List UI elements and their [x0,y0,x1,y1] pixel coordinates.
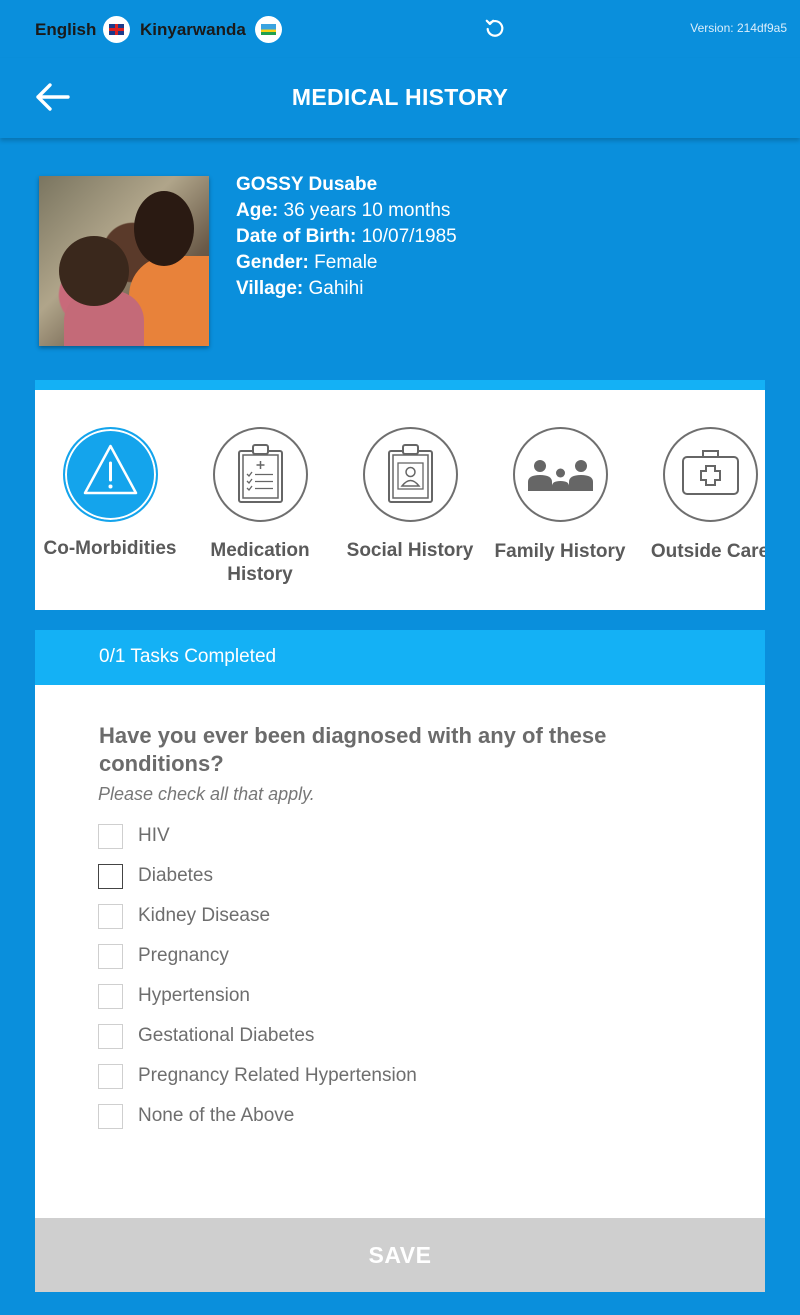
option-label: Gestational Diabetes [138,1025,315,1046]
tab-family-history[interactable]: Family History [485,390,635,610]
tabs-top-strip [35,380,765,390]
dob-label: Date of Birth: [236,226,357,247]
checkbox[interactable] [98,984,123,1009]
village-value: Gahihi [308,278,364,299]
language-kinyarwanda[interactable]: Kinyarwanda [140,20,246,40]
clipboard-checklist-icon [238,444,283,503]
checkbox[interactable] [98,1024,123,1049]
language-bar: English Kinyarwanda Version: 214df9a5 [0,0,800,58]
uk-flag-icon[interactable] [103,16,130,43]
app-header: MEDICAL HISTORY [0,58,800,138]
version-label: Version: 214df9a5 [690,21,787,35]
tasks-completed-text: 0/1 Tasks Completed [99,646,277,667]
refresh-icon[interactable] [484,18,506,40]
village-label: Village: [236,278,304,299]
option-label: Kidney Disease [138,905,271,926]
checkbox[interactable] [98,904,123,929]
patient-info: GOSSY Dusabe Age: 36 years 10 months Dat… [236,172,457,302]
tab-medication-history[interactable]: Medication History [185,390,335,610]
patient-photo [39,176,209,346]
tab-label: Medication History [210,540,310,585]
tab-icon-circle [663,427,758,522]
option-label: HIV [138,825,170,846]
option-label: Pregnancy Related Hypertension [138,1065,417,1086]
tab-icon-circle [513,427,608,522]
language-english[interactable]: English [35,20,96,40]
gender-value: Female [314,252,378,273]
warning-icon [83,444,138,495]
tab-icon-circle [213,427,308,522]
medical-kit-icon [682,450,739,495]
option-label: Hypertension [138,985,250,1006]
tab-co-morbidities[interactable]: Co-Morbidities [35,390,185,610]
checkbox[interactable] [98,824,123,849]
tab-label: Outside Care [650,541,765,562]
age-label: Age: [236,200,279,221]
age-value: 36 years 10 months [283,200,451,221]
tab-outside-care[interactable]: Outside Care [635,390,765,610]
option-label: Pregnancy [138,945,229,966]
clipboard-person-icon [388,444,433,503]
tab-label: Co-Morbidities [43,538,177,559]
checkbox[interactable] [98,1104,123,1129]
checkbox[interactable] [98,864,123,889]
question-hint: Please check all that apply. [98,784,315,804]
option-label: None of the Above [138,1105,295,1126]
tasks-progress-bar: 0/1 Tasks Completed [35,630,765,685]
tab-icon-circle [363,427,458,522]
rwanda-flag-icon[interactable] [255,16,282,43]
checkbox[interactable] [98,1064,123,1089]
page-title: MEDICAL HISTORY [291,84,509,110]
patient-name: GOSSY Dusabe [236,174,378,195]
family-icon [528,460,593,491]
save-button[interactable]: SAVE [35,1218,765,1292]
save-button-label: SAVE [368,1242,432,1268]
history-tabs: Co-Morbidities Medication History Social… [35,390,765,610]
tab-label: Family History [494,541,626,562]
checkbox[interactable] [98,944,123,969]
tab-label: Social History [346,540,474,561]
question-text: Have you ever been diagnosed with any of… [99,723,607,776]
option-label: Diabetes [138,865,213,886]
co-morbidities-form: Have you ever been diagnosed with any of… [35,685,765,1218]
tab-icon-circle [63,427,158,522]
gender-label: Gender: [236,252,309,273]
dob-value: 10/07/1985 [361,226,457,247]
tab-social-history[interactable]: Social History [335,390,485,610]
